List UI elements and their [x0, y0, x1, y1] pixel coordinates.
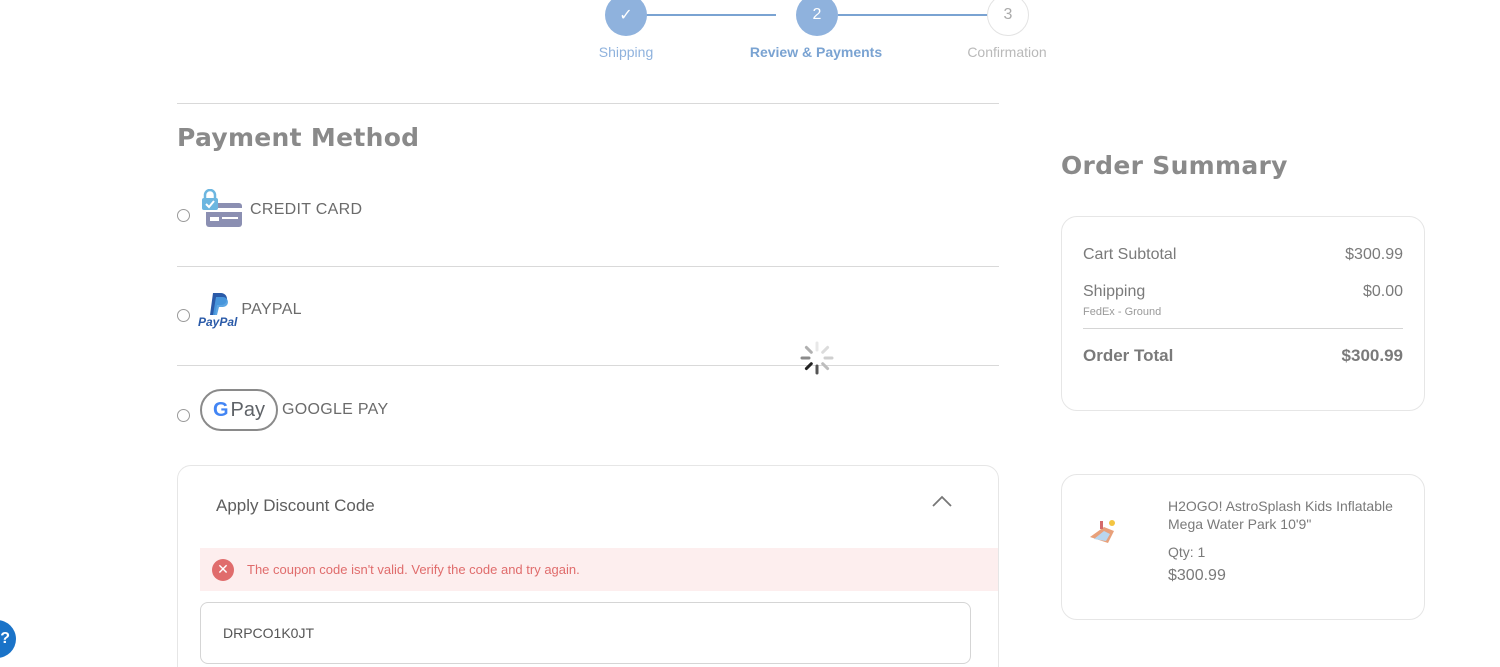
payment-option-paypal[interactable]: PayPal PAYPAL	[177, 280, 302, 340]
order-total-label: Order Total	[1083, 346, 1174, 365]
cart-subtotal-label: Cart Subtotal	[1083, 246, 1177, 263]
paypal-radio[interactable]	[177, 308, 190, 322]
step-connector	[626, 14, 776, 16]
divider	[177, 266, 999, 267]
discount-code-panel: Apply Discount Code ✕ The coupon code is…	[177, 465, 999, 667]
shipping-value: $0.00	[1362, 283, 1403, 300]
divider	[1083, 328, 1403, 329]
product-thumbnail[interactable]	[1086, 515, 1120, 549]
cart-subtotal-value: $300.99	[1345, 246, 1403, 263]
cart-subtotal-row: Cart Subtotal $300.99	[1083, 246, 1403, 264]
shipping-label: Shipping	[1083, 283, 1146, 300]
divider	[177, 365, 999, 366]
step-confirmation-circle: 3	[987, 0, 1029, 36]
step-label-review: Review & Payments	[749, 44, 883, 60]
order-total-value: $300.99	[1341, 346, 1403, 365]
payment-option-credit-card[interactable]: CREDIT CARD	[177, 180, 362, 240]
google-pay-radio[interactable]	[177, 408, 190, 422]
google-pay-icon: G Pay	[200, 389, 278, 431]
credit-card-radio[interactable]	[177, 208, 190, 222]
step-connector	[838, 14, 988, 16]
product-price: $300.99	[1168, 567, 1226, 584]
loading-spinner-icon	[799, 340, 835, 376]
step-label-confirmation: Confirmation	[967, 44, 1047, 60]
google-g-icon: G	[212, 398, 229, 421]
product-name[interactable]: H2OGO! AstroSplash Kids Inflatable Mega …	[1168, 497, 1408, 533]
error-x-icon: ✕	[212, 558, 234, 581]
paypal-brand-text: PayPal	[198, 315, 238, 329]
chat-icon: ?	[0, 630, 10, 647]
google-pay-brand-text: Pay	[230, 398, 266, 421]
checkmark-icon: ✓	[619, 7, 633, 24]
step-label-shipping[interactable]: Shipping	[599, 44, 654, 60]
discount-code-toggle[interactable]: Apply Discount Code	[216, 496, 375, 516]
discount-code-input[interactable]	[200, 602, 971, 664]
order-summary-card: Cart Subtotal $300.99 Shipping $0.00 Fed…	[1061, 216, 1425, 411]
payment-method-title: Payment Method	[177, 123, 420, 152]
shipping-method-note: FedEx - Ground	[1083, 306, 1162, 318]
paypal-icon: PayPal	[198, 291, 237, 329]
chat-widget-button[interactable]: ?	[0, 620, 16, 658]
order-summary-title: Order Summary	[1061, 151, 1288, 180]
step-review-circle: 2	[796, 0, 838, 36]
step-shipping-circle[interactable]: ✓	[605, 0, 647, 36]
paypal-label: PAYPAL	[241, 301, 302, 318]
shipping-row: Shipping $0.00	[1083, 283, 1403, 301]
checkout-stepper: ✓ 2 3 Shipping Review & Payments Confirm…	[560, 0, 1080, 70]
credit-card-label: CREDIT CARD	[250, 201, 363, 218]
step-number: 3	[1003, 6, 1013, 23]
coupon-error-message: ✕ The coupon code isn't valid. Verify th…	[200, 548, 998, 591]
order-total-row: Order Total $300.99	[1083, 346, 1403, 366]
step-number: 2	[812, 6, 822, 23]
payment-option-google-pay[interactable]: G Pay GOOGLE PAY	[177, 380, 388, 440]
divider	[177, 103, 999, 104]
product-quantity: Qty: 1	[1168, 544, 1206, 560]
credit-card-lock-icon	[200, 189, 246, 231]
google-pay-label: GOOGLE PAY	[282, 401, 389, 418]
coupon-error-text: The coupon code isn't valid. Verify the …	[247, 562, 580, 577]
chevron-up-icon[interactable]	[931, 494, 953, 508]
cart-item-card: H2OGO! AstroSplash Kids Inflatable Mega …	[1061, 474, 1425, 620]
